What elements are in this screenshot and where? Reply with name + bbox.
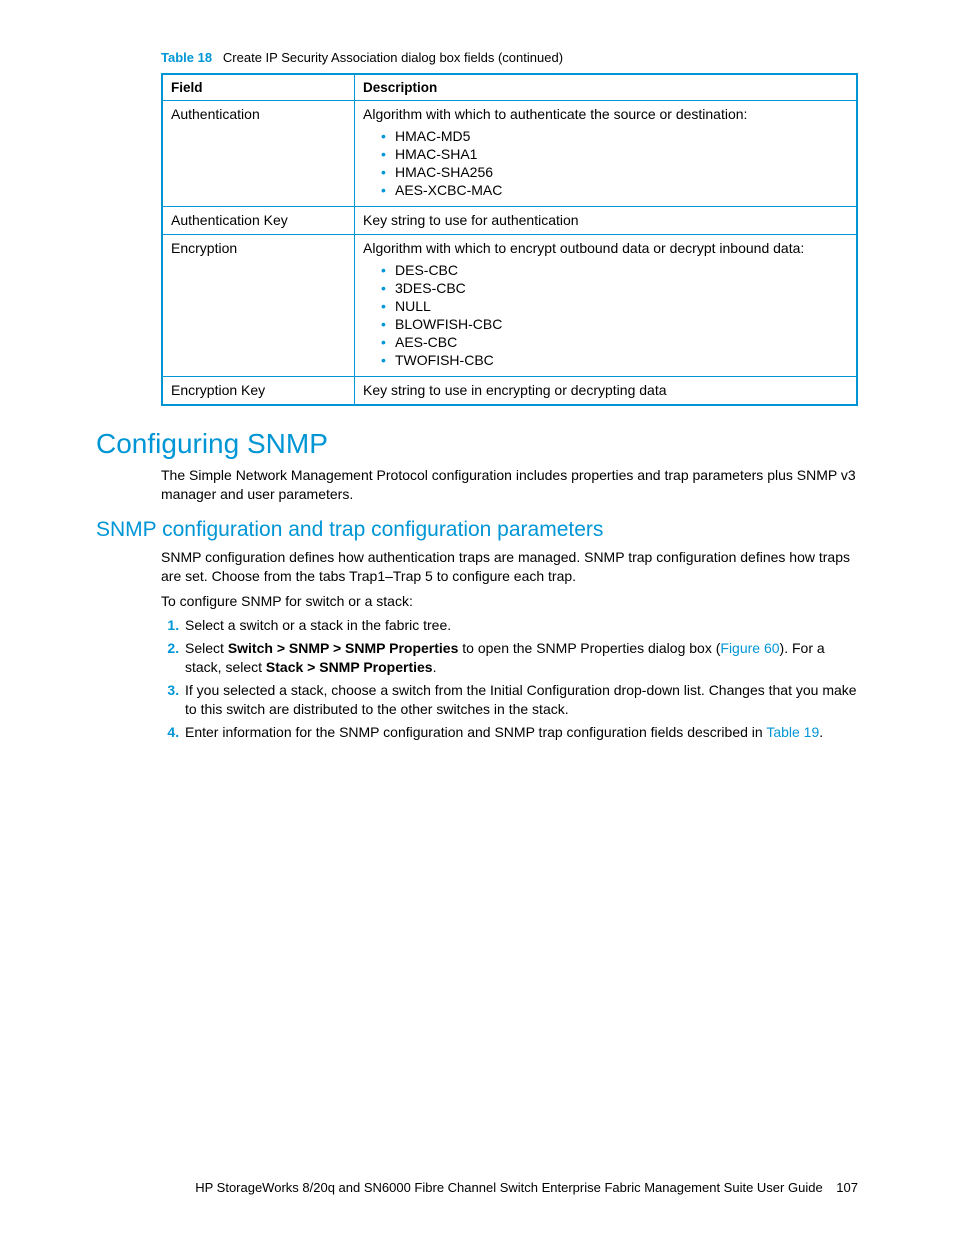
cell-description: Key string to use in encrypting or decry… <box>355 377 858 406</box>
paragraph: SNMP configuration defines how authentic… <box>161 548 858 586</box>
page-number: 107 <box>836 1180 858 1195</box>
bullet-list: DES-CBC 3DES-CBC NULL BLOWFISH-CBC AES-C… <box>363 262 848 368</box>
page: Table 18 Create IP Security Association … <box>0 0 954 1235</box>
cell-description: Algorithm with which to encrypt outbound… <box>355 235 858 377</box>
table-caption: Table 18 Create IP Security Association … <box>161 50 858 65</box>
desc-text: Algorithm with which to encrypt outbound… <box>363 240 804 256</box>
list-item: HMAC-SHA1 <box>381 146 848 162</box>
list-item: AES-XCBC-MAC <box>381 182 848 198</box>
table-label: Table 18 <box>161 50 212 65</box>
menu-path: Switch > SNMP > SNMP Properties <box>228 640 459 656</box>
table-row: Encryption Key Key string to use in encr… <box>162 377 857 406</box>
heading-snmp-config-trap: SNMP configuration and trap configuratio… <box>96 518 858 542</box>
heading-configuring-snmp: Configuring SNMP <box>96 428 858 460</box>
table-header-row: Field Description <box>162 74 857 101</box>
cell-description: Key string to use for authentication <box>355 207 858 235</box>
table-link[interactable]: Table 19 <box>766 724 819 740</box>
list-item: HMAC-SHA256 <box>381 164 848 180</box>
step-item: If you selected a stack, choose a switch… <box>183 681 858 719</box>
footer-title: HP StorageWorks 8/20q and SN6000 Fibre C… <box>195 1180 822 1195</box>
figure-link[interactable]: Figure 60 <box>720 640 779 656</box>
step-text: Enter information for the SNMP configura… <box>185 724 766 740</box>
step-item: Enter information for the SNMP configura… <box>183 723 858 742</box>
step-text: . <box>433 659 437 675</box>
step-text: Select <box>185 640 228 656</box>
bullet-list: HMAC-MD5 HMAC-SHA1 HMAC-SHA256 AES-XCBC-… <box>363 128 848 198</box>
list-item: HMAC-MD5 <box>381 128 848 144</box>
steps-list: Select a switch or a stack in the fabric… <box>161 616 858 741</box>
step-item: Select Switch > SNMP > SNMP Properties t… <box>183 639 858 677</box>
desc-text: Algorithm with which to authenticate the… <box>363 106 747 122</box>
page-footer: HP StorageWorks 8/20q and SN6000 Fibre C… <box>96 1180 858 1195</box>
col-field: Field <box>162 74 355 101</box>
cell-field: Authentication Key <box>162 207 355 235</box>
list-item: BLOWFISH-CBC <box>381 316 848 332</box>
step-text: . <box>819 724 823 740</box>
list-item: NULL <box>381 298 848 314</box>
table-row: Encryption Algorithm with which to encry… <box>162 235 857 377</box>
cell-field: Encryption Key <box>162 377 355 406</box>
table-row: Authentication Algorithm with which to a… <box>162 101 857 207</box>
cell-description: Algorithm with which to authenticate the… <box>355 101 858 207</box>
menu-path: Stack > SNMP Properties <box>266 659 433 675</box>
table-caption-text: Create IP Security Association dialog bo… <box>223 50 563 65</box>
table-row: Authentication Key Key string to use for… <box>162 207 857 235</box>
paragraph: The Simple Network Management Protocol c… <box>161 466 858 504</box>
list-item: AES-CBC <box>381 334 848 350</box>
step-text: to open the SNMP Properties dialog box ( <box>458 640 720 656</box>
cell-field: Encryption <box>162 235 355 377</box>
list-item: TWOFISH-CBC <box>381 352 848 368</box>
col-description: Description <box>355 74 858 101</box>
list-item: DES-CBC <box>381 262 848 278</box>
fields-table: Field Description Authentication Algorit… <box>161 73 858 406</box>
cell-field: Authentication <box>162 101 355 207</box>
list-item: 3DES-CBC <box>381 280 848 296</box>
paragraph: To configure SNMP for switch or a stack: <box>161 592 858 611</box>
step-item: Select a switch or a stack in the fabric… <box>183 616 858 635</box>
